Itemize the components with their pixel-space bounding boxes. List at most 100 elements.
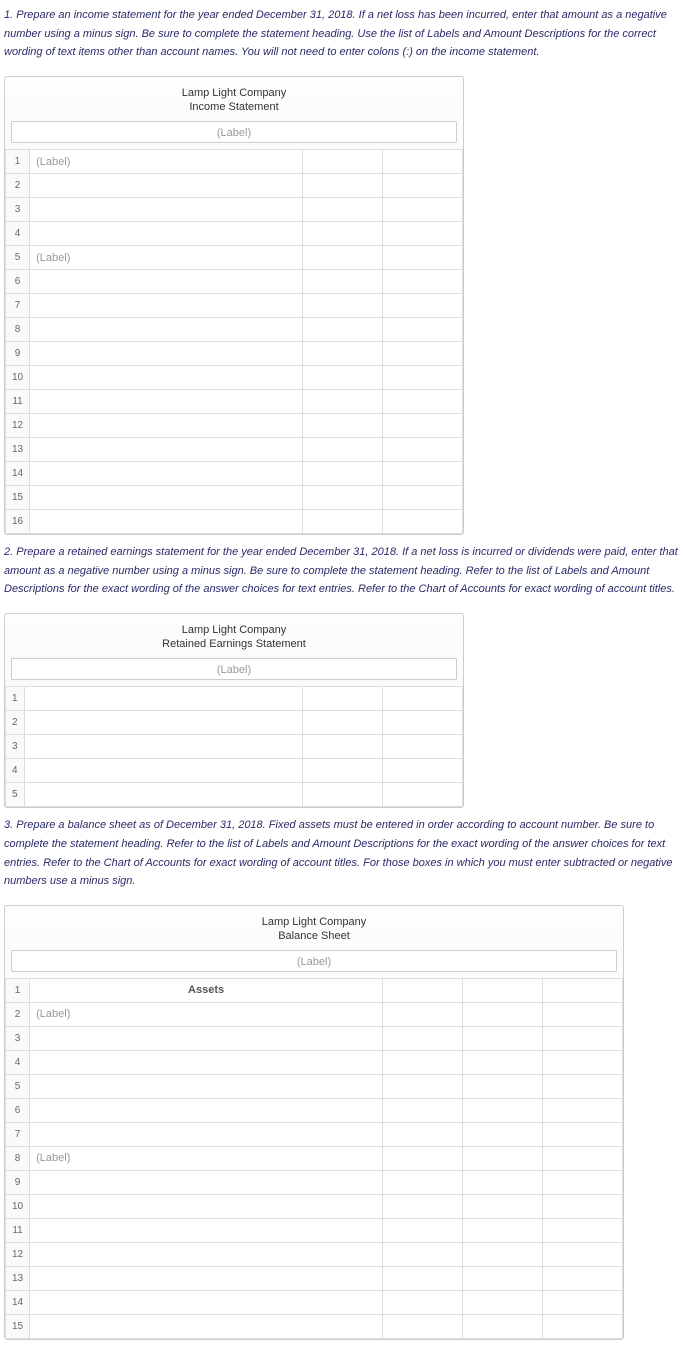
amount-cell[interactable] xyxy=(463,1194,543,1218)
amount-cell[interactable] xyxy=(303,198,383,222)
amount-cell[interactable] xyxy=(383,246,463,270)
heading-label-input[interactable]: (Label) xyxy=(11,950,617,972)
description-cell[interactable] xyxy=(30,1218,383,1242)
amount-cell[interactable] xyxy=(303,342,383,366)
amount-cell[interactable] xyxy=(543,1026,623,1050)
description-cell[interactable]: (Label) xyxy=(30,1146,383,1170)
description-cell[interactable] xyxy=(30,390,303,414)
description-cell[interactable] xyxy=(30,366,303,390)
amount-cell[interactable] xyxy=(383,438,463,462)
description-cell[interactable] xyxy=(30,438,303,462)
amount-cell[interactable] xyxy=(463,1098,543,1122)
description-cell[interactable] xyxy=(30,1290,383,1314)
amount-cell[interactable] xyxy=(543,978,623,1002)
description-cell[interactable] xyxy=(30,1314,383,1338)
amount-cell[interactable] xyxy=(303,390,383,414)
amount-cell[interactable] xyxy=(463,1290,543,1314)
amount-cell[interactable] xyxy=(463,1170,543,1194)
amount-cell[interactable] xyxy=(463,1218,543,1242)
description-cell[interactable] xyxy=(30,342,303,366)
amount-cell[interactable] xyxy=(543,1098,623,1122)
description-cell[interactable] xyxy=(30,318,303,342)
description-cell[interactable] xyxy=(24,783,302,807)
amount-cell[interactable] xyxy=(543,1050,623,1074)
amount-cell[interactable] xyxy=(383,759,463,783)
amount-cell[interactable] xyxy=(463,1074,543,1098)
description-cell[interactable] xyxy=(30,1170,383,1194)
description-cell[interactable] xyxy=(30,510,303,534)
amount-cell[interactable] xyxy=(463,1002,543,1026)
amount-cell[interactable] xyxy=(383,1122,463,1146)
amount-cell[interactable] xyxy=(463,1314,543,1338)
amount-cell[interactable] xyxy=(303,366,383,390)
amount-cell[interactable] xyxy=(543,1290,623,1314)
description-cell[interactable] xyxy=(30,1098,383,1122)
amount-cell[interactable] xyxy=(463,1146,543,1170)
amount-cell[interactable] xyxy=(383,1026,463,1050)
amount-cell[interactable] xyxy=(383,342,463,366)
amount-cell[interactable] xyxy=(463,1026,543,1050)
amount-cell[interactable] xyxy=(303,318,383,342)
description-cell[interactable] xyxy=(30,222,303,246)
description-cell[interactable] xyxy=(30,198,303,222)
amount-cell[interactable] xyxy=(383,1098,463,1122)
heading-label-input[interactable]: (Label) xyxy=(11,658,457,680)
amount-cell[interactable] xyxy=(543,1122,623,1146)
amount-cell[interactable] xyxy=(303,438,383,462)
description-cell[interactable] xyxy=(30,1242,383,1266)
amount-cell[interactable] xyxy=(383,1002,463,1026)
amount-cell[interactable] xyxy=(303,711,383,735)
amount-cell[interactable] xyxy=(383,735,463,759)
amount-cell[interactable] xyxy=(383,711,463,735)
amount-cell[interactable] xyxy=(303,462,383,486)
amount-cell[interactable] xyxy=(543,1218,623,1242)
amount-cell[interactable] xyxy=(383,270,463,294)
amount-cell[interactable] xyxy=(303,783,383,807)
amount-cell[interactable] xyxy=(383,1242,463,1266)
amount-cell[interactable] xyxy=(543,1074,623,1098)
amount-cell[interactable] xyxy=(383,1074,463,1098)
description-cell[interactable] xyxy=(30,270,303,294)
amount-cell[interactable] xyxy=(303,486,383,510)
amount-cell[interactable] xyxy=(543,1266,623,1290)
amount-cell[interactable] xyxy=(463,1050,543,1074)
amount-cell[interactable] xyxy=(543,1002,623,1026)
description-cell[interactable] xyxy=(24,711,302,735)
amount-cell[interactable] xyxy=(383,783,463,807)
description-cell[interactable] xyxy=(30,294,303,318)
amount-cell[interactable] xyxy=(383,390,463,414)
amount-cell[interactable] xyxy=(303,735,383,759)
amount-cell[interactable] xyxy=(383,150,463,174)
amount-cell[interactable] xyxy=(303,759,383,783)
amount-cell[interactable] xyxy=(303,246,383,270)
amount-cell[interactable] xyxy=(383,1290,463,1314)
amount-cell[interactable] xyxy=(303,150,383,174)
amount-cell[interactable] xyxy=(303,687,383,711)
description-cell[interactable] xyxy=(30,1122,383,1146)
amount-cell[interactable] xyxy=(383,318,463,342)
description-cell[interactable]: (Label) xyxy=(30,246,303,270)
amount-cell[interactable] xyxy=(543,1194,623,1218)
amount-cell[interactable] xyxy=(383,687,463,711)
amount-cell[interactable] xyxy=(383,198,463,222)
amount-cell[interactable] xyxy=(303,222,383,246)
amount-cell[interactable] xyxy=(383,1170,463,1194)
amount-cell[interactable] xyxy=(383,294,463,318)
amount-cell[interactable] xyxy=(383,1314,463,1338)
amount-cell[interactable] xyxy=(543,1146,623,1170)
amount-cell[interactable] xyxy=(383,414,463,438)
amount-cell[interactable] xyxy=(383,366,463,390)
description-cell[interactable] xyxy=(30,414,303,438)
amount-cell[interactable] xyxy=(383,462,463,486)
description-cell[interactable] xyxy=(30,1074,383,1098)
amount-cell[interactable] xyxy=(383,1194,463,1218)
description-cell[interactable] xyxy=(30,486,303,510)
amount-cell[interactable] xyxy=(383,486,463,510)
amount-cell[interactable] xyxy=(383,1146,463,1170)
amount-cell[interactable] xyxy=(303,414,383,438)
amount-cell[interactable] xyxy=(463,1266,543,1290)
description-cell[interactable]: (Label) xyxy=(30,1002,383,1026)
amount-cell[interactable] xyxy=(303,294,383,318)
description-cell[interactable] xyxy=(30,1266,383,1290)
amount-cell[interactable] xyxy=(383,1050,463,1074)
